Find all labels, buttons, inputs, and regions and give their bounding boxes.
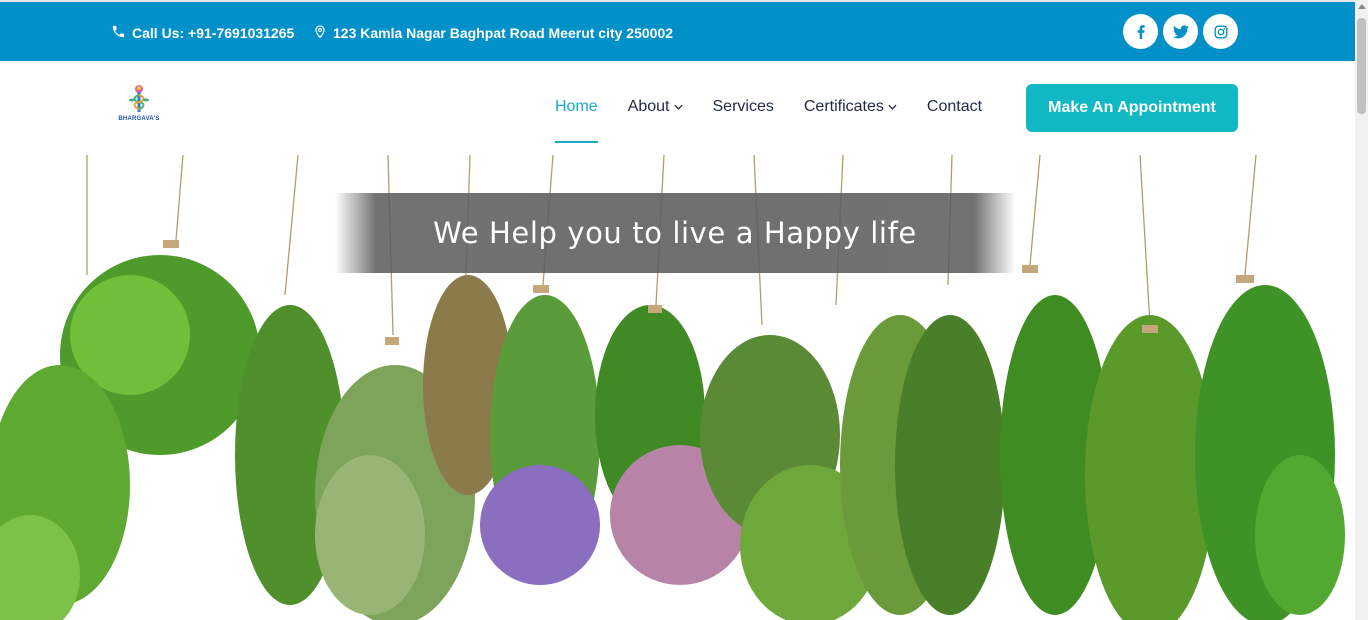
phone-contact[interactable]: Call Us: +91-7691031265 <box>111 24 294 42</box>
address-text: 123 Kamla Nagar Baghpat Road Meerut city… <box>333 25 674 41</box>
page-scrollbar[interactable] <box>1355 0 1368 620</box>
facebook-icon[interactable] <box>1123 14 1158 49</box>
twitter-icon[interactable] <box>1163 14 1198 49</box>
nav-item-home[interactable]: Home <box>555 98 598 143</box>
main-navbar: BHARGAVA'S Home About Services Certifica… <box>0 61 1355 155</box>
nav-item-label: Contact <box>926 98 983 115</box>
location-pin-icon <box>313 24 333 42</box>
top-bar: Call Us: +91-7691031265 123 Kamla Nagar … <box>0 0 1355 61</box>
nav-item-label: Services <box>712 98 774 115</box>
brand-logo[interactable]: BHARGAVA'S <box>113 83 165 129</box>
social-links <box>1123 14 1238 49</box>
hero-banner: We Help you to live a Happy life <box>0 155 1355 620</box>
nav-item-label: Certificates <box>803 98 884 115</box>
hero-tagline: We Help you to live a Happy life <box>433 216 917 250</box>
nav-item-label: About <box>627 98 670 115</box>
page: Call Us: +91-7691031265 123 Kamla Nagar … <box>0 0 1368 620</box>
nav-item-certificates[interactable]: Certificates <box>804 98 897 116</box>
chevron-down-icon <box>673 104 683 110</box>
chevron-down-icon <box>888 104 897 110</box>
instagram-icon[interactable] <box>1203 14 1238 49</box>
scrollbar-thumb[interactable] <box>1357 18 1366 114</box>
address-contact: 123 Kamla Nagar Baghpat Road Meerut city… <box>313 24 673 42</box>
brand-emblem-icon <box>129 85 149 112</box>
nav-item-label: Home <box>555 98 598 115</box>
nav-links: Home About Services Certificates Contact <box>555 98 1012 143</box>
nav-item-about[interactable]: About <box>628 98 683 116</box>
scroll-up-arrow-icon[interactable] <box>1358 4 1366 9</box>
phone-icon <box>111 24 132 42</box>
brand-name: BHARGAVA'S <box>118 116 160 122</box>
nav-item-contact[interactable]: Contact <box>927 98 982 116</box>
nav-item-services[interactable]: Services <box>713 98 774 116</box>
phone-text: Call Us: +91-7691031265 <box>132 25 295 41</box>
make-appointment-button[interactable]: Make An Appointment <box>1026 84 1238 132</box>
tagline-band: We Help you to live a Happy life <box>335 193 1015 273</box>
